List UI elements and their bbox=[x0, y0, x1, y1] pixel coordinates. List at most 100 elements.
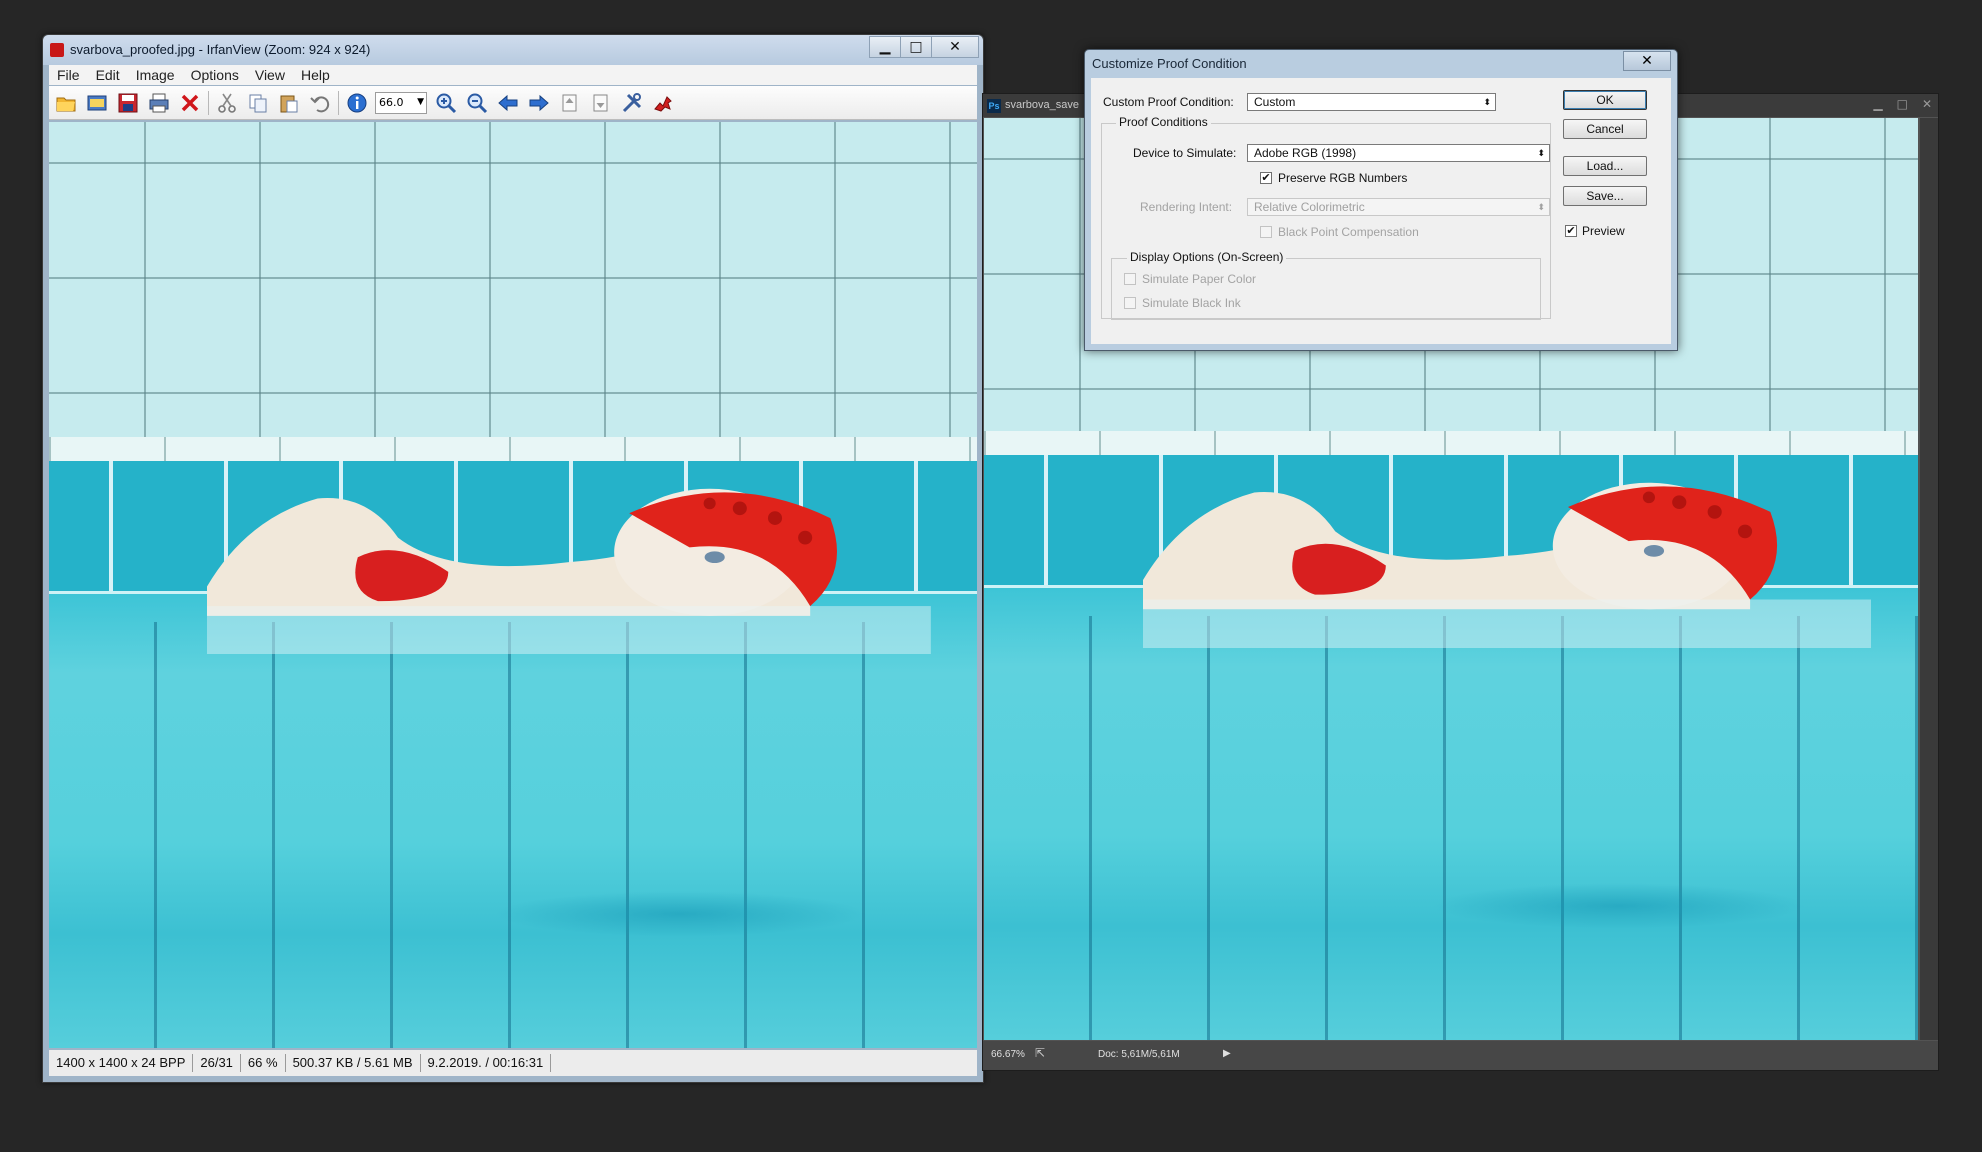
irfanview-window: svarbova_proofed.jpg - IrfanView (Zoom: … bbox=[42, 34, 984, 1083]
rendering-intent-label: Rendering Intent: bbox=[1140, 200, 1233, 214]
info-icon[interactable] bbox=[344, 90, 370, 116]
close-button[interactable]: ✕ bbox=[931, 36, 979, 58]
next-icon[interactable] bbox=[526, 90, 552, 116]
preserve-rgb-label: Preserve RGB Numbers bbox=[1278, 171, 1408, 185]
water-reflections bbox=[984, 615, 1918, 1040]
maximize-button[interactable]: □ bbox=[900, 36, 932, 58]
proof-conditions-title: Proof Conditions bbox=[1116, 115, 1211, 129]
pool-ledge bbox=[49, 436, 977, 461]
menu-bar: File Edit Image Options View Help bbox=[49, 65, 977, 85]
status-bar: 1400 x 1400 x 24 BPP 26/31 66 % 500.37 K… bbox=[49, 1050, 977, 1076]
status-index: 26/31 bbox=[193, 1054, 241, 1072]
menu-edit[interactable]: Edit bbox=[88, 67, 128, 83]
undo-icon[interactable] bbox=[307, 90, 333, 116]
zoom-value: 66.0 bbox=[379, 96, 404, 109]
vertical-scrollbar[interactable] bbox=[1920, 118, 1938, 1040]
toolbar: 66.0 ▼ bbox=[49, 86, 977, 120]
close-icon[interactable]: ✕ bbox=[1922, 97, 1932, 111]
zoom-in-icon[interactable] bbox=[433, 90, 459, 116]
print-icon[interactable] bbox=[146, 90, 172, 116]
black-point-checkbox[interactable] bbox=[1260, 226, 1272, 238]
close-icon: ✕ bbox=[1641, 53, 1653, 69]
image-viewer[interactable] bbox=[49, 122, 977, 1048]
zoom-combo[interactable]: 66.0 ▼ bbox=[375, 91, 427, 114]
preserve-rgb-checkbox[interactable]: ✔ bbox=[1260, 172, 1272, 184]
photoshop-app-icon: Ps bbox=[987, 99, 1001, 113]
menu-file[interactable]: File bbox=[49, 67, 88, 83]
swimmer-figure bbox=[1142, 473, 1872, 649]
load-button[interactable]: Load... bbox=[1563, 156, 1647, 176]
ok-button[interactable]: OK bbox=[1563, 90, 1647, 110]
select-arrows-icon: ⬍ bbox=[1537, 202, 1545, 212]
document-title: svarbova_save bbox=[1005, 99, 1079, 111]
slideshow-icon[interactable] bbox=[84, 90, 110, 116]
device-value: Adobe RGB (1998) bbox=[1254, 146, 1357, 160]
preview-label: Preview bbox=[1582, 224, 1625, 238]
status-dimensions: 1400 x 1400 x 24 BPP bbox=[49, 1054, 194, 1072]
preview-checkbox[interactable]: ✔ bbox=[1565, 225, 1577, 237]
maximize-icon[interactable]: □ bbox=[1897, 97, 1908, 111]
simulate-ink-checkbox[interactable] bbox=[1124, 297, 1136, 309]
pool-wall bbox=[49, 122, 977, 437]
irfanview-app-icon bbox=[50, 43, 64, 57]
window-title: svarbova_proofed.jpg - IrfanView (Zoom: … bbox=[70, 42, 371, 57]
status-datetime: 9.2.2019. / 00:16:31 bbox=[421, 1054, 552, 1072]
water-reflections bbox=[49, 622, 977, 1048]
menu-image[interactable]: Image bbox=[128, 67, 183, 83]
minimize-button[interactable]: ▁ bbox=[869, 36, 901, 58]
irfanview-titlebar[interactable]: svarbova_proofed.jpg - IrfanView (Zoom: … bbox=[43, 35, 983, 65]
customize-proof-dialog: Customize Proof Condition ✕ Custom Proof… bbox=[1084, 49, 1678, 351]
status-menu-arrow-icon[interactable]: ▶ bbox=[1223, 1048, 1231, 1059]
copy-icon[interactable] bbox=[245, 90, 271, 116]
dialog-title: Customize Proof Condition bbox=[1092, 56, 1247, 71]
toolbar-separator bbox=[338, 90, 339, 115]
menu-options[interactable]: Options bbox=[183, 67, 247, 83]
dialog-titlebar[interactable]: Customize Proof Condition ✕ bbox=[1085, 50, 1677, 77]
select-arrows-icon: ⬍ bbox=[1483, 97, 1491, 107]
custom-proof-label: Custom Proof Condition: bbox=[1103, 95, 1234, 109]
device-label: Device to Simulate: bbox=[1133, 146, 1237, 160]
irfanview-logo-icon[interactable] bbox=[650, 90, 676, 116]
menu-view[interactable]: View bbox=[247, 67, 293, 83]
paste-icon[interactable] bbox=[276, 90, 302, 116]
display-options-group bbox=[1111, 258, 1541, 320]
zoom-out-icon[interactable] bbox=[464, 90, 490, 116]
open-folder-icon[interactable] bbox=[53, 90, 79, 116]
minimize-icon: ▁ bbox=[879, 39, 891, 55]
menu-help[interactable]: Help bbox=[293, 67, 338, 83]
status-zoom: 66 % bbox=[241, 1054, 286, 1072]
maximize-icon: □ bbox=[909, 39, 923, 55]
last-page-icon[interactable] bbox=[588, 90, 614, 116]
swimmer-figure bbox=[206, 479, 931, 655]
water-shadow bbox=[494, 890, 866, 937]
document-size: Doc: 5,61M/5,61M bbox=[1098, 1049, 1180, 1060]
pool-ledge bbox=[984, 431, 1918, 456]
status-size: 500.37 KB / 5.61 MB bbox=[286, 1054, 421, 1072]
delete-icon[interactable] bbox=[177, 90, 203, 116]
previous-icon[interactable] bbox=[495, 90, 521, 116]
chevron-down-icon: ▼ bbox=[417, 96, 424, 107]
simulate-paper-checkbox[interactable] bbox=[1124, 273, 1136, 285]
simulate-ink-label: Simulate Black Ink bbox=[1142, 296, 1241, 310]
cancel-button[interactable]: Cancel bbox=[1563, 119, 1647, 139]
custom-proof-value: Custom bbox=[1254, 95, 1296, 109]
first-page-icon[interactable] bbox=[557, 90, 583, 116]
cut-icon[interactable] bbox=[214, 90, 240, 116]
settings-icon[interactable] bbox=[619, 90, 645, 116]
custom-proof-select[interactable]: Custom ⬍ bbox=[1247, 93, 1496, 111]
save-icon[interactable] bbox=[115, 90, 141, 116]
rendering-intent-select[interactable]: Relative Colorimetric ⬍ bbox=[1247, 198, 1550, 216]
dialog-close-button[interactable]: ✕ bbox=[1623, 51, 1671, 71]
water-shadow bbox=[1432, 883, 1806, 930]
display-options-title: Display Options (On-Screen) bbox=[1127, 250, 1287, 264]
photoshop-status-bar: 66.67% ⇱ Doc: 5,61M/5,61M ▶ bbox=[983, 1041, 1938, 1070]
share-icon[interactable]: ⇱ bbox=[1035, 1046, 1045, 1060]
simulate-paper-label: Simulate Paper Color bbox=[1142, 272, 1257, 286]
minimize-icon[interactable]: ▁ bbox=[1873, 97, 1882, 111]
rendering-intent-value: Relative Colorimetric bbox=[1254, 200, 1365, 214]
dialog-body: Custom Proof Condition: Custom ⬍ Proof C… bbox=[1091, 78, 1671, 344]
device-select[interactable]: Adobe RGB (1998) ⬍ bbox=[1247, 144, 1550, 162]
zoom-level[interactable]: 66.67% bbox=[991, 1049, 1025, 1060]
toolbar-separator bbox=[208, 90, 209, 115]
save-button[interactable]: Save... bbox=[1563, 186, 1647, 206]
